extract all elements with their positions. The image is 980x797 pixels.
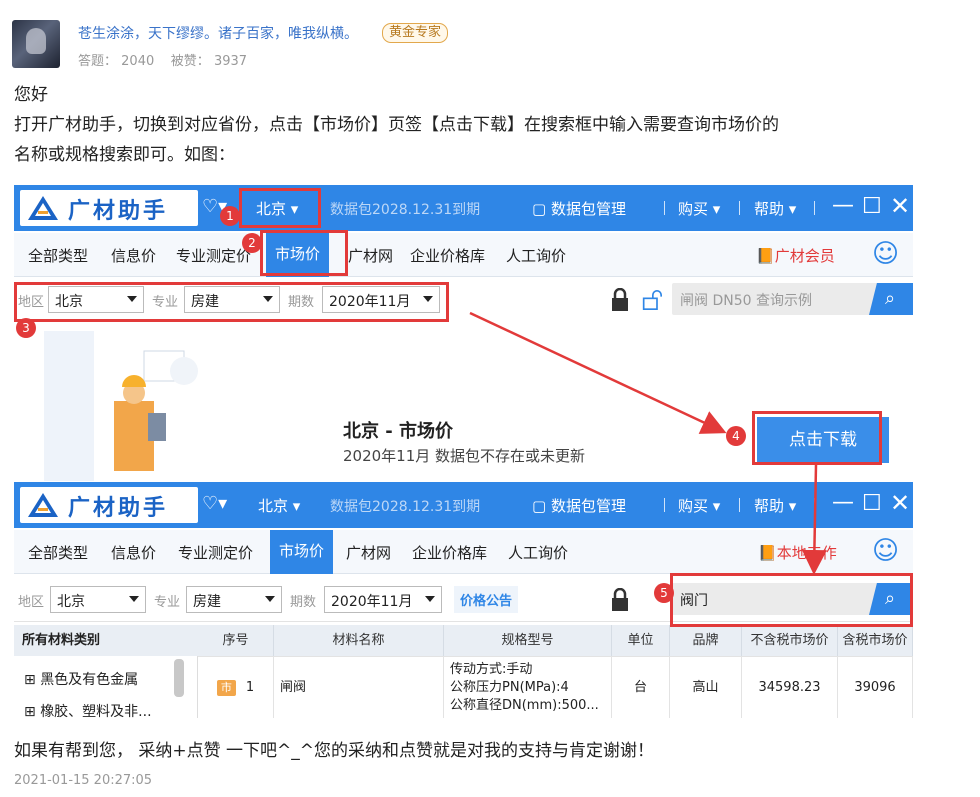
user-name[interactable]: 苍生涂涂，天下缪缪。诸子百家，唯我纵横。 <box>78 23 358 43</box>
answer-body-line2: 名称或规格搜索即可。如图： <box>14 145 235 165</box>
answers-label: 答题： <box>78 54 118 69</box>
expert-badge: 黄金专家 <box>382 23 449 43</box>
avatar[interactable] <box>12 20 60 68</box>
timestamp: 2021-01-15 20:27:05 <box>14 773 153 788</box>
arrow-to-search <box>801 464 827 575</box>
greeting: 您好 <box>14 85 48 105</box>
answer-body-line1: 打开广材助手，切换到对应省份，点击【市场价】页签【点击下载】在搜索框中输入需要查… <box>14 115 779 135</box>
user-stats: 答题： 2040 被赞： 3937 <box>78 50 247 69</box>
tutorial-image: 广材助手 ♡▾ 北京 ▾ 数据包2028.12.31到期 ▢ 数据包管理 购买 … <box>14 185 913 718</box>
likes-count: 3937 <box>213 54 248 69</box>
likes-label: 被赞： <box>170 54 210 69</box>
footer-text: 如果有帮到您， 采纳+点赞 一下吧^_^您的采纳和点赞就是对我的支持与肯定谢谢！ <box>14 741 655 761</box>
annotation-arrows <box>469 311 827 575</box>
answers-count: 2040 <box>121 54 155 69</box>
arrow-to-download <box>469 311 727 434</box>
